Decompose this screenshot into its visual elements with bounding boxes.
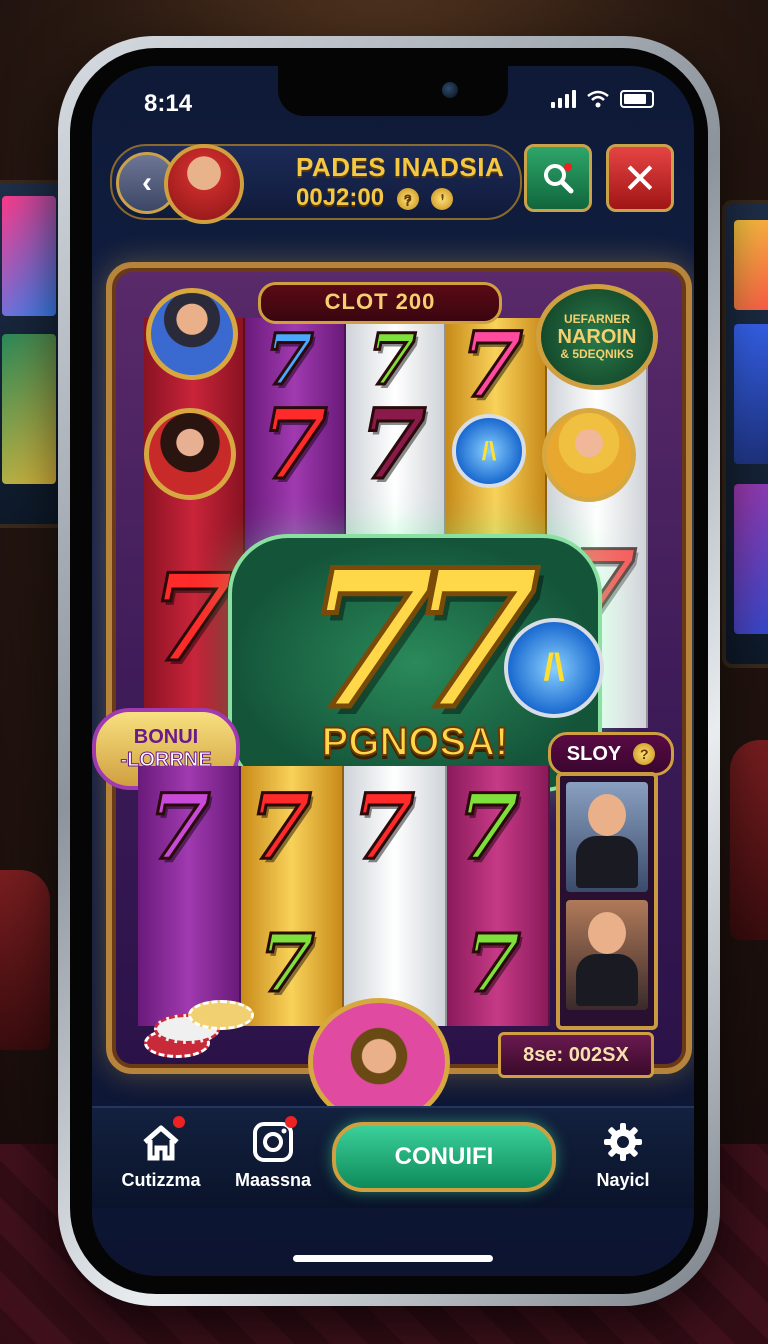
bg-chair-left <box>0 870 50 1050</box>
coin-icon: ? <box>633 743 656 765</box>
bg-chair-right <box>730 740 768 940</box>
character-face <box>588 794 626 836</box>
seven-symbol: 7 <box>456 773 522 882</box>
nav-label: Cutizzma <box>121 1170 201 1190</box>
bg-machine-screen <box>734 220 768 310</box>
character-body <box>576 954 638 1006</box>
seven-symbol: 7 <box>149 547 235 691</box>
bg-machine-screen <box>734 324 768 464</box>
badge-line: UEFARNER <box>563 311 630 326</box>
agent-portrait <box>146 288 238 380</box>
close-button[interactable]: ✕ <box>606 144 674 212</box>
character-card[interactable] <box>566 782 648 892</box>
character-card[interactable] <box>566 900 648 1010</box>
slot-label: SLOY ? <box>548 732 674 776</box>
seven-symbol: 7 <box>459 318 525 420</box>
wifi-icon <box>587 90 609 108</box>
battery-icon <box>620 90 654 108</box>
notch <box>278 66 508 116</box>
home-icon <box>139 1116 185 1164</box>
player-balance: 00J2:00 ? ʼ <box>296 184 454 212</box>
confirm-button[interactable]: CONUIFI <box>332 1122 556 1192</box>
reels-bottom: 7 7 7 7 7 7 <box>138 766 550 1026</box>
seven-symbol: 7 <box>248 773 314 882</box>
search-icon <box>544 163 574 194</box>
home-indicator[interactable] <box>293 1255 493 1262</box>
phone-screen: 8:14 ‹ PADES INADSIA 00J2:00 ? ʼ ✕ 7 7 7… <box>92 66 694 1276</box>
slot-machine: 7 7 7 7 7 7 7 CLOT 200 UEFARNER NAROIN &… <box>92 262 692 1126</box>
gear-icon <box>601 1120 645 1164</box>
bottom-navbar: Cutizzma Maassna CONUIFI Nayicl <box>92 1106 694 1208</box>
player-name: PADES INADSIA <box>296 152 505 182</box>
seven-symbol: 7 <box>358 387 428 503</box>
seven-symbol: 7 <box>147 773 213 882</box>
character-body <box>576 836 638 888</box>
search-button[interactable] <box>524 144 592 212</box>
game-badge: UEFARNER NAROIN & 5DEQNIKS <box>536 284 658 390</box>
score-display: 8se: 002SX <box>498 1032 654 1078</box>
nav-label: Nayicl <box>596 1170 650 1190</box>
player-avatar[interactable] <box>164 144 244 224</box>
slot-label-text: SLOY <box>566 742 622 765</box>
close-icon: ✕ <box>622 154 658 202</box>
camera-icon <box>251 1116 297 1164</box>
bonus-label: BONUI <box>133 726 199 748</box>
coin-symbol: /\ <box>452 414 526 488</box>
chip <box>188 1000 254 1030</box>
nav-item-settings[interactable]: Nayicl <box>568 1120 678 1191</box>
bg-slot-machine-right <box>722 200 768 668</box>
seven-symbol: 7 <box>258 915 317 1012</box>
seven-symbol: 7 <box>351 773 417 882</box>
nav-item-home[interactable]: Cutizzma <box>106 1116 216 1191</box>
badge-line: NAROIN <box>557 326 637 348</box>
woman-portrait <box>144 408 236 500</box>
seven-symbol: 7 <box>464 915 523 1012</box>
seven-symbol: 7 <box>259 387 329 503</box>
bg-machine-screen <box>2 334 56 484</box>
coin-symbol: /\ <box>504 618 604 718</box>
big-win-text: PGNOSA! <box>321 719 510 765</box>
camera-icon <box>442 82 458 98</box>
character-face <box>588 912 626 954</box>
nav-label: Maassna <box>234 1170 312 1190</box>
coin-icon: ? <box>396 187 419 210</box>
bg-machine-screen <box>734 484 768 634</box>
badge-line: & 5DEQNIKS <box>560 347 634 361</box>
notification-dot <box>173 1116 185 1128</box>
coin-icon: ʼ <box>431 187 454 210</box>
poker-chips-icon <box>144 994 254 1064</box>
machine-title: CLOT 200 <box>258 282 502 324</box>
player-header: ‹ PADES INADSIA 00J2:00 ? ʼ <box>110 144 522 224</box>
blonde-portrait <box>542 408 636 502</box>
phone-frame: 8:14 ‹ PADES INADSIA 00J2:00 ? ʼ ✕ 7 7 7… <box>58 36 720 1306</box>
reel: 7 7 <box>241 766 344 1026</box>
status-time: 8:14 <box>144 90 193 117</box>
bg-machine-screen <box>2 196 56 316</box>
character-panel <box>556 772 658 1030</box>
balance-value: 00J2:00 <box>296 184 385 211</box>
reel: 7 <box>138 766 241 1026</box>
signal-icon <box>551 90 576 108</box>
big-seven-symbol: 77 <box>301 526 542 754</box>
reel: 7 7 <box>447 766 550 1026</box>
reel: 7 <box>344 766 447 1026</box>
notification-dot <box>285 1116 297 1128</box>
nav-item-camera[interactable]: Maassna <box>218 1116 328 1191</box>
status-icons <box>551 90 654 108</box>
